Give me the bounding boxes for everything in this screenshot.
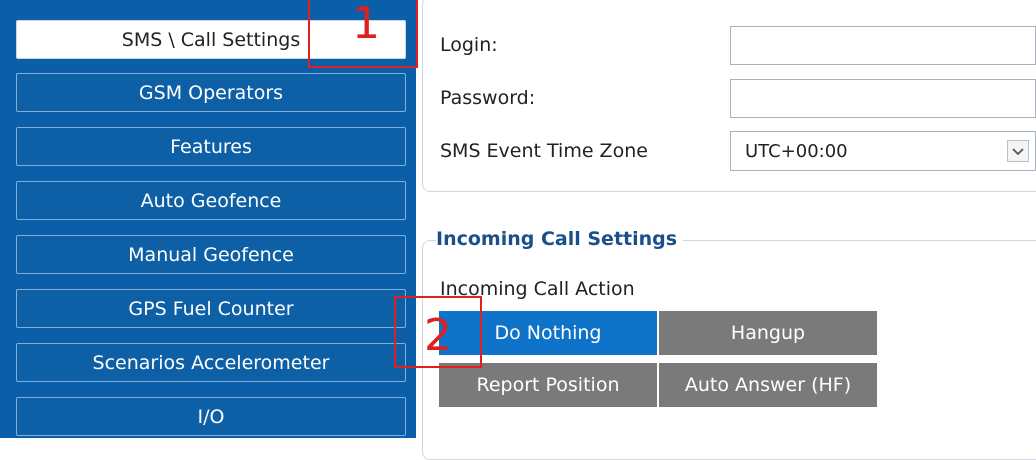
option-report-position[interactable]: Report Position bbox=[438, 362, 658, 408]
time-zone-selected-value: UTC+00:00 bbox=[745, 141, 848, 162]
sidebar-item-auto-geofence[interactable]: Auto Geofence bbox=[16, 181, 406, 220]
annotation-number-1: 1 bbox=[352, 0, 380, 49]
sidebar-item-features[interactable]: Features bbox=[16, 127, 406, 166]
annotation-number-2: 2 bbox=[424, 310, 452, 361]
password-label: Password: bbox=[440, 87, 536, 109]
login-input[interactable] bbox=[730, 26, 1036, 65]
sidebar-item-manual-geofence[interactable]: Manual Geofence bbox=[16, 235, 406, 274]
option-hangup[interactable]: Hangup bbox=[658, 310, 878, 356]
password-input[interactable] bbox=[730, 79, 1036, 118]
time-zone-select[interactable]: UTC+00:00 bbox=[730, 131, 1036, 171]
sidebar-item-io[interactable]: I/O bbox=[16, 397, 406, 436]
sidebar-item-scenarios-accelerometer[interactable]: Scenarios Accelerometer bbox=[16, 343, 406, 382]
chevron-down-icon[interactable] bbox=[1007, 140, 1029, 162]
login-label: Login: bbox=[440, 34, 498, 56]
sidebar-item-gsm-operators[interactable]: GSM Operators bbox=[16, 73, 406, 112]
option-auto-answer-hf[interactable]: Auto Answer (HF) bbox=[658, 362, 878, 408]
incoming-call-settings-title: Incoming Call Settings bbox=[436, 228, 684, 250]
sms-event-time-zone-label: SMS Event Time Zone bbox=[440, 140, 648, 162]
sidebar-item-gps-fuel-counter[interactable]: GPS Fuel Counter bbox=[16, 289, 406, 328]
